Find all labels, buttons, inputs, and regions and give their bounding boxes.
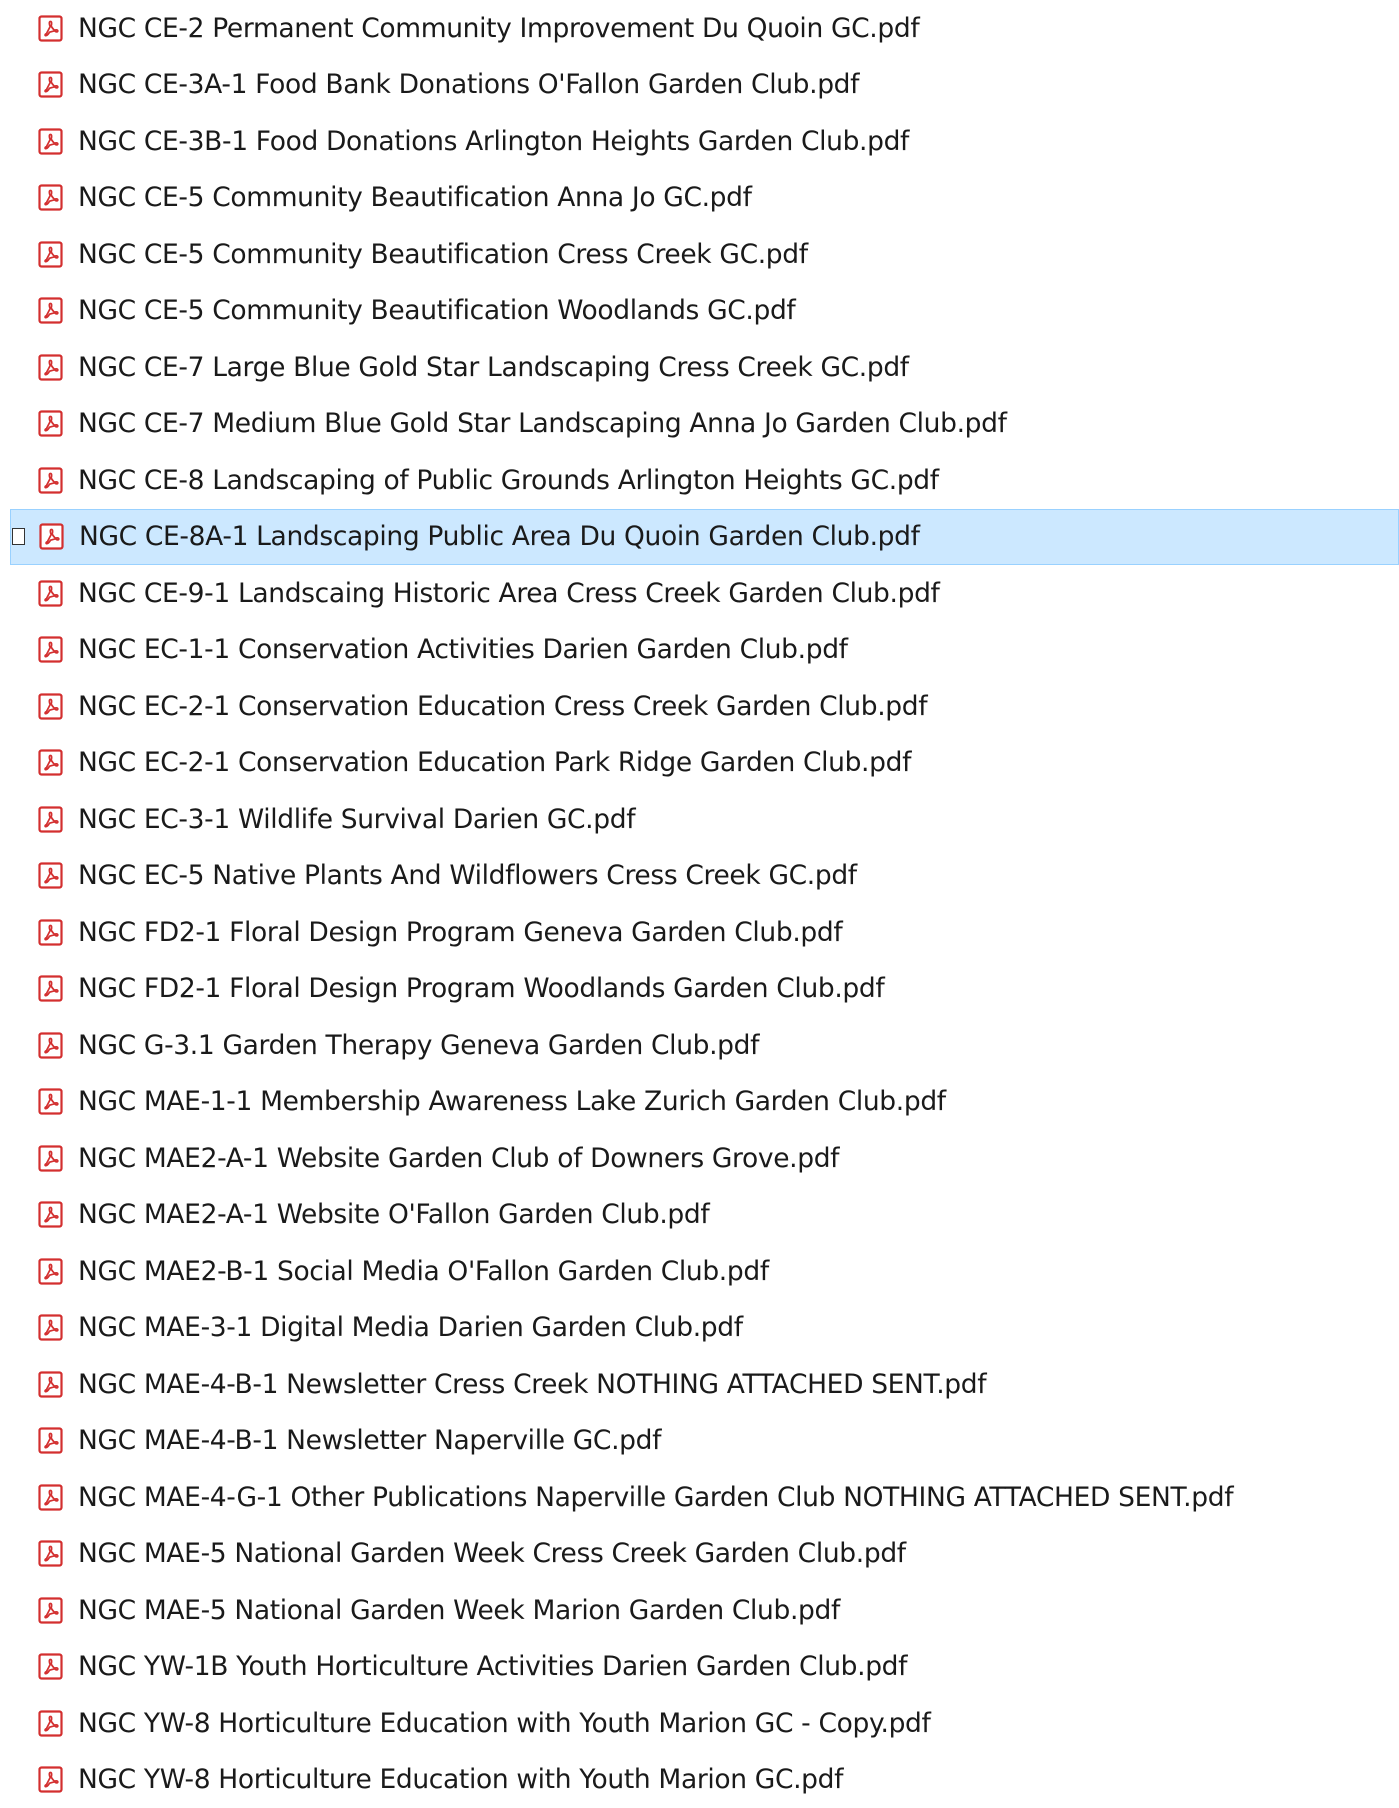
file-list-item[interactable]: NGC MAE2-A-1 Website Garden Club of Down… [0,1130,1399,1187]
file-list-item[interactable]: NGC FD2-1 Floral Design Program Woodland… [0,961,1399,1018]
pdf-icon [38,15,63,42]
pdf-icon [38,580,63,607]
file-list-item[interactable]: NGC CE-7 Large Blue Gold Star Landscapin… [0,339,1399,396]
file-list: NGC CE-2 Permanent Community Improvement… [0,0,1399,1808]
file-name: NGC MAE2-A-1 Website O'Fallon Garden Clu… [78,1199,709,1230]
file-list-item[interactable]: NGC FD2-1 Floral Design Program Geneva G… [0,904,1399,961]
pdf-icon [39,523,64,550]
pdf-icon [38,410,63,437]
file-list-item[interactable]: NGC EC-5 Native Plants And Wildflowers C… [0,848,1399,905]
file-name: NGC MAE-4-B-1 Newsletter Naperville GC.p… [78,1425,661,1456]
file-name: NGC G-3.1 Garden Therapy Geneva Garden C… [78,1030,759,1061]
pdf-icon [38,1145,63,1172]
file-list-item[interactable]: NGC EC-1-1 Conservation Activities Darie… [0,622,1399,679]
pdf-icon [38,354,63,381]
file-name: NGC EC-2-1 Conservation Education Cress … [78,691,927,722]
pdf-icon [38,636,63,663]
pdf-icon [38,241,63,268]
pdf-icon [38,1088,63,1115]
file-name: NGC EC-3-1 Wildlife Survival Darien GC.p… [78,804,635,835]
file-name: NGC CE-5 Community Beautification Cress … [78,239,808,270]
file-list-item[interactable]: NGC CE-2 Permanent Community Improvement… [0,0,1399,57]
pdf-icon [38,1766,63,1793]
file-list-item[interactable]: NGC CE-9-1 Landscaing Historic Area Cres… [0,565,1399,622]
file-list-item[interactable]: NGC MAE-5 National Garden Week Marion Ga… [0,1582,1399,1639]
pdf-icon [38,1427,63,1454]
file-list-item[interactable]: NGC CE-5 Community Beautification Cress … [0,226,1399,283]
pdf-icon [38,1201,63,1228]
pdf-icon [38,1484,63,1511]
pdf-icon [38,862,63,889]
item-checkbox[interactable] [12,528,25,545]
file-list-item[interactable]: NGC MAE-4-B-1 Newsletter Cress Creek NOT… [0,1356,1399,1413]
file-list-item[interactable]: NGC MAE-4-B-1 Newsletter Naperville GC.p… [0,1413,1399,1470]
file-name: NGC CE-7 Large Blue Gold Star Landscapin… [78,352,909,383]
file-list-item[interactable]: NGC CE-5 Community Beautification Anna J… [0,170,1399,227]
file-name: NGC YW-8 Horticulture Education with You… [78,1764,843,1795]
file-name: NGC CE-9-1 Landscaing Historic Area Cres… [78,578,940,609]
file-name: NGC MAE-4-G-1 Other Publications Napervi… [78,1482,1233,1513]
pdf-icon [38,919,63,946]
file-list-item[interactable]: NGC MAE2-B-1 Social Media O'Fallon Garde… [0,1243,1399,1300]
file-list-item[interactable]: NGC CE-3B-1 Food Donations Arlington Hei… [0,113,1399,170]
file-list-item[interactable]: NGC EC-2-1 Conservation Education Park R… [0,735,1399,792]
file-name: NGC MAE-1-1 Membership Awareness Lake Zu… [78,1086,946,1117]
file-name: NGC MAE-5 National Garden Week Cress Cre… [78,1538,906,1569]
file-name: NGC CE-7 Medium Blue Gold Star Landscapi… [78,408,1007,439]
file-list-item[interactable]: NGC EC-2-1 Conservation Education Cress … [0,678,1399,735]
pdf-icon [38,1032,63,1059]
pdf-icon [38,1371,63,1398]
pdf-icon [38,806,63,833]
file-name: NGC MAE-5 National Garden Week Marion Ga… [78,1595,840,1626]
pdf-icon [38,1710,63,1737]
pdf-icon [38,1653,63,1680]
pdf-icon [38,467,63,494]
file-name: NGC CE-3B-1 Food Donations Arlington Hei… [78,126,909,157]
file-name: NGC FD2-1 Floral Design Program Geneva G… [78,917,842,948]
file-name: NGC MAE-4-B-1 Newsletter Cress Creek NOT… [78,1369,986,1400]
file-name: NGC CE-5 Community Beautification Anna J… [78,182,752,213]
file-name: NGC EC-1-1 Conservation Activities Darie… [78,634,848,665]
pdf-icon [38,1314,63,1341]
file-list-item[interactable]: NGC YW-1B Youth Horticulture Activities … [0,1639,1399,1696]
file-name: NGC CE-2 Permanent Community Improvement… [78,13,919,44]
file-name: NGC YW-1B Youth Horticulture Activities … [78,1651,907,1682]
file-list-item[interactable]: NGC YW-8 Horticulture Education with You… [0,1695,1399,1752]
file-list-item[interactable]: NGC CE-8 Landscaping of Public Grounds A… [0,452,1399,509]
pdf-icon [38,184,63,211]
file-name: NGC CE-8 Landscaping of Public Grounds A… [78,465,939,496]
pdf-icon [38,297,63,324]
file-list-item[interactable]: NGC G-3.1 Garden Therapy Geneva Garden C… [0,1017,1399,1074]
file-name: NGC YW-8 Horticulture Education with You… [78,1708,931,1739]
file-name: NGC CE-3A-1 Food Bank Donations O'Fallon… [78,69,859,100]
file-name: NGC CE-5 Community Beautification Woodla… [78,295,795,326]
file-list-item[interactable]: NGC MAE-1-1 Membership Awareness Lake Zu… [0,1074,1399,1131]
file-name: NGC EC-2-1 Conservation Education Park R… [78,747,911,778]
pdf-icon [38,71,63,98]
file-list-item[interactable]: NGC CE-5 Community Beautification Woodla… [0,283,1399,340]
file-name: NGC MAE-3-1 Digital Media Darien Garden … [78,1312,743,1343]
pdf-icon [38,749,63,776]
pdf-icon [38,693,63,720]
file-list-item[interactable]: NGC MAE-3-1 Digital Media Darien Garden … [0,1300,1399,1357]
file-list-item[interactable]: NGC MAE2-A-1 Website O'Fallon Garden Clu… [0,1187,1399,1244]
file-list-item[interactable]: NGC EC-3-1 Wildlife Survival Darien GC.p… [0,791,1399,848]
file-name: NGC MAE2-B-1 Social Media O'Fallon Garde… [78,1256,769,1287]
pdf-icon [38,1540,63,1567]
file-list-item[interactable]: NGC MAE-5 National Garden Week Cress Cre… [0,1526,1399,1583]
pdf-icon [38,128,63,155]
file-list-item[interactable]: NGC CE-7 Medium Blue Gold Star Landscapi… [0,396,1399,453]
file-name: NGC CE-8A-1 Landscaping Public Area Du Q… [79,521,920,552]
file-list-item[interactable]: NGC CE-8A-1 Landscaping Public Area Du Q… [10,509,1399,566]
file-name: NGC FD2-1 Floral Design Program Woodland… [78,973,884,1004]
pdf-icon [38,1597,63,1624]
file-name: NGC EC-5 Native Plants And Wildflowers C… [78,860,857,891]
file-list-item[interactable]: NGC MAE-4-G-1 Other Publications Napervi… [0,1469,1399,1526]
file-name: NGC MAE2-A-1 Website Garden Club of Down… [78,1143,839,1174]
file-list-item[interactable]: NGC CE-3A-1 Food Bank Donations O'Fallon… [0,57,1399,114]
pdf-icon [38,975,63,1002]
pdf-icon [38,1258,63,1285]
